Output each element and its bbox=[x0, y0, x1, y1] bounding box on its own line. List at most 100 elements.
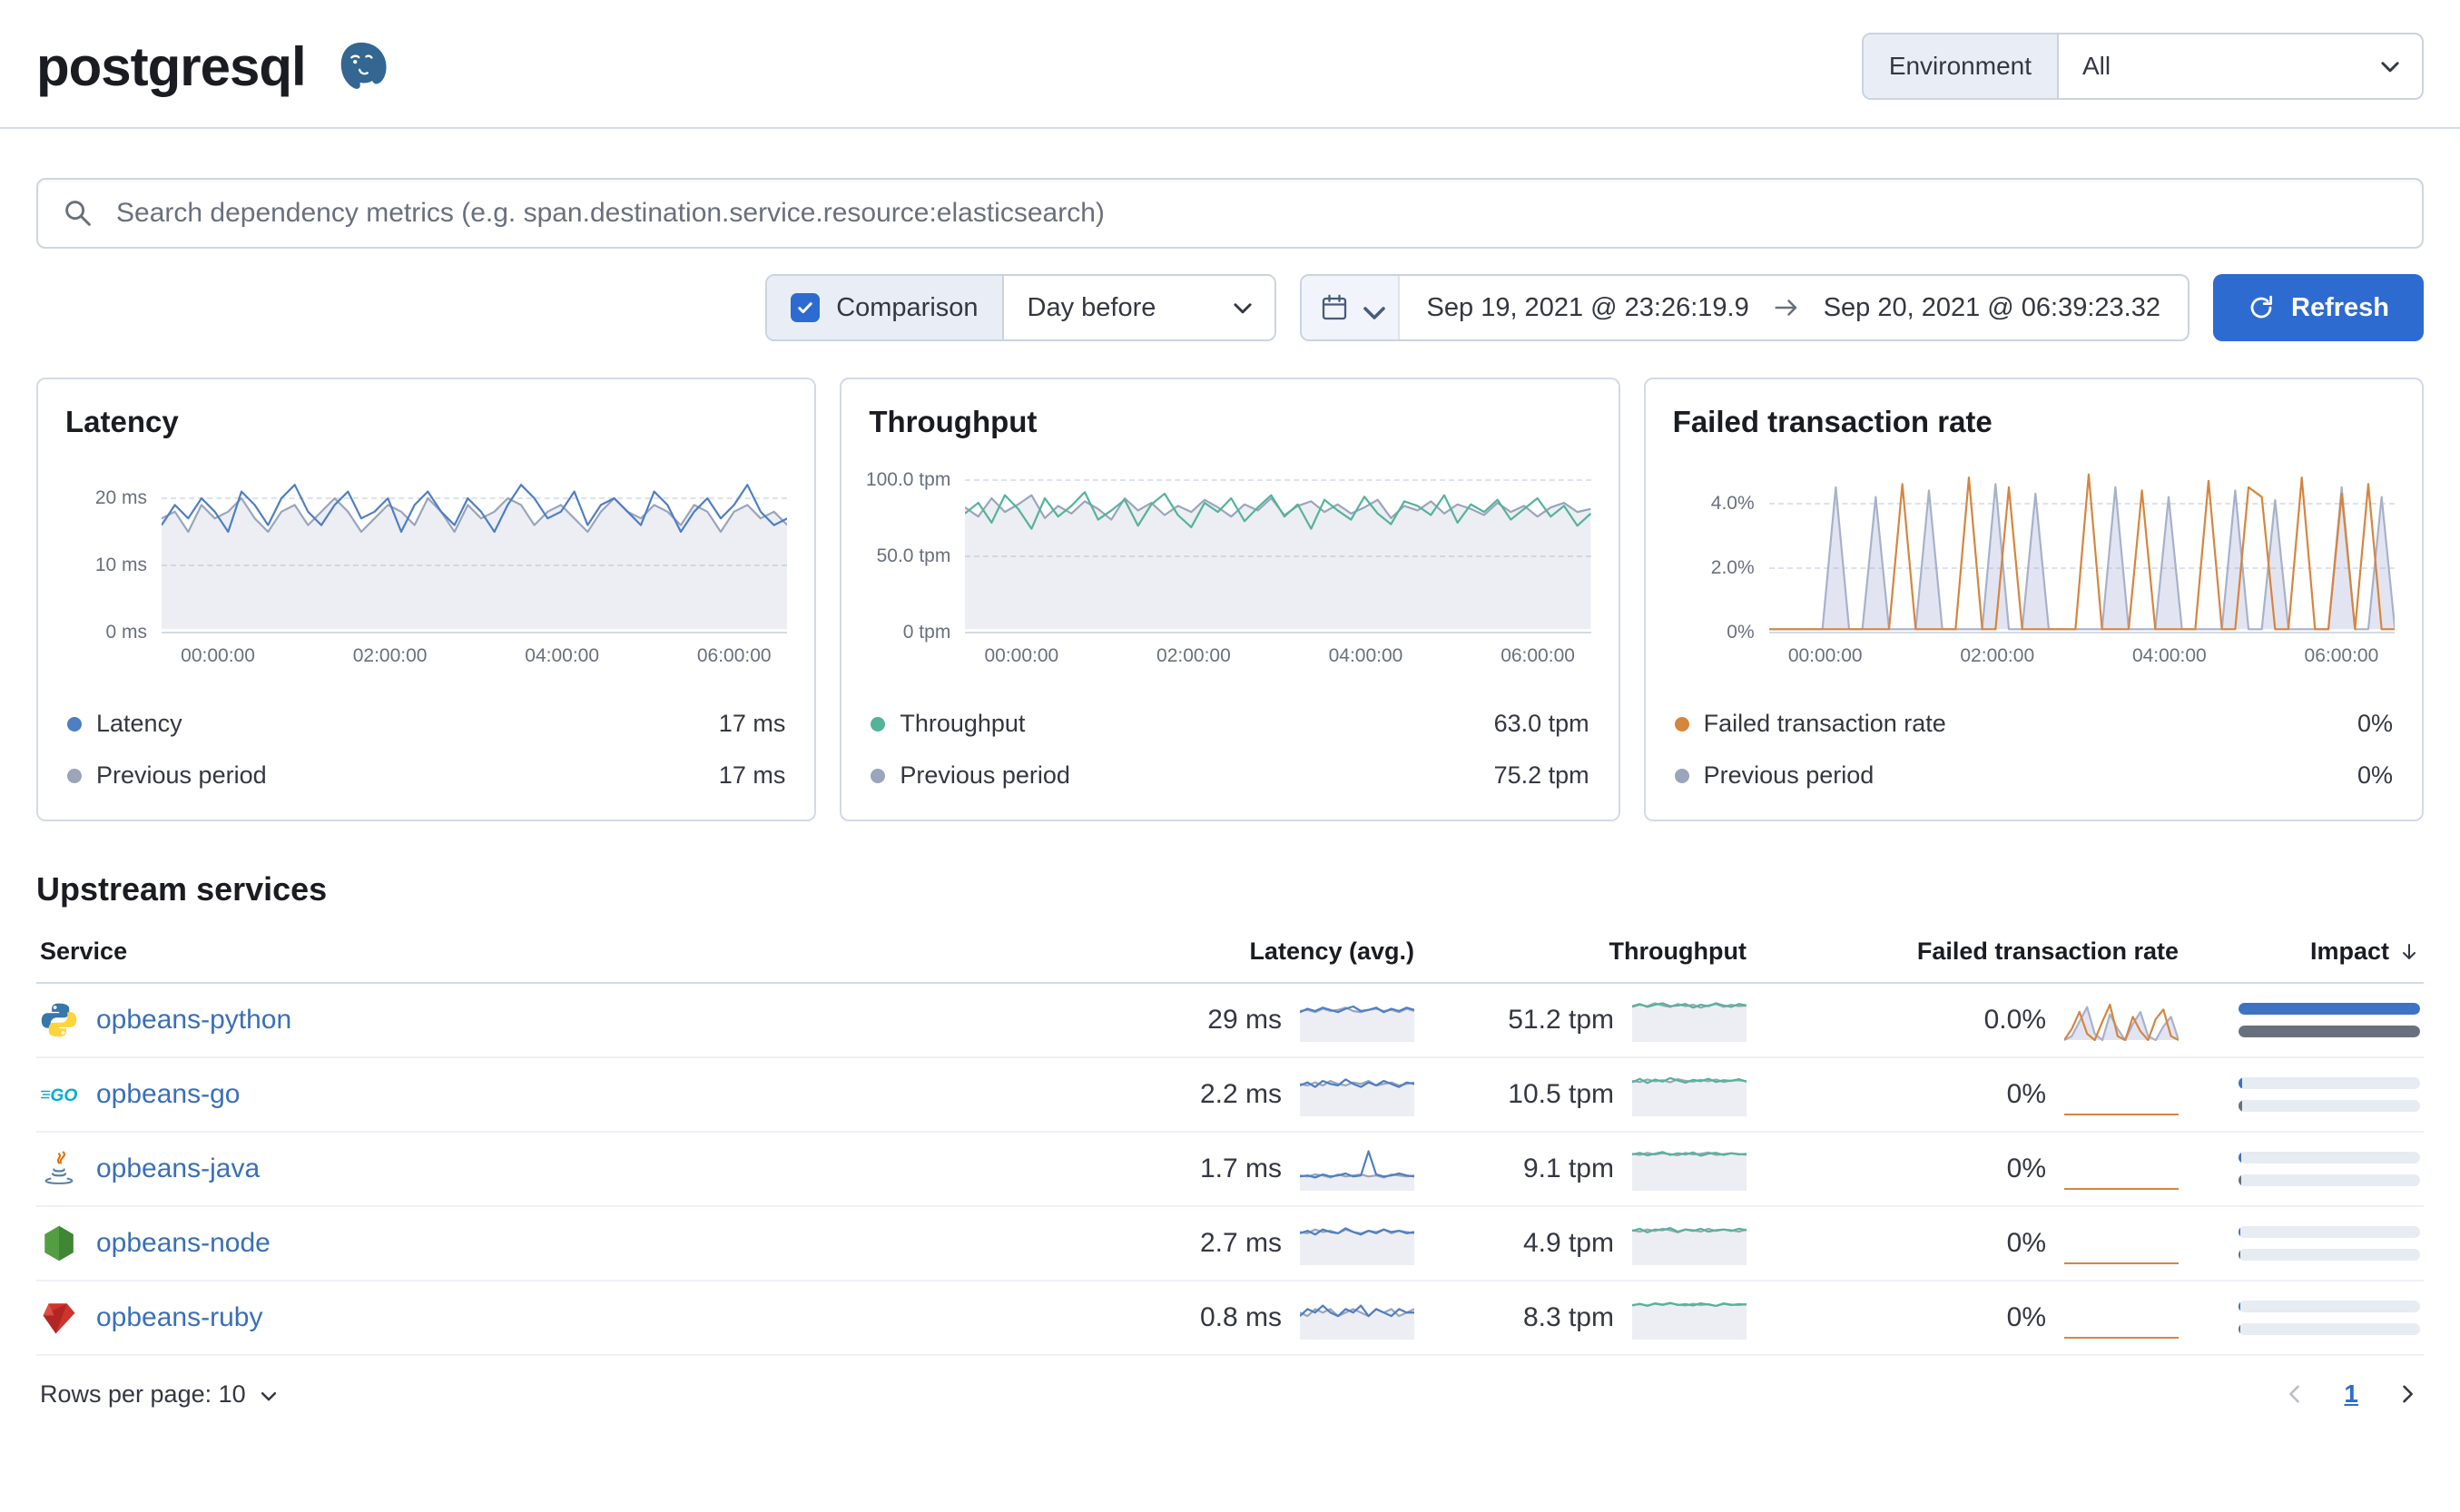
comparison-period-select[interactable]: Day before bbox=[1001, 276, 1274, 339]
chevron-down-icon bbox=[2378, 54, 2402, 78]
chart-legend: Latency 17 ms Previous period 17 ms bbox=[65, 698, 787, 801]
card-title: Throughput bbox=[869, 405, 1038, 438]
rows-per-page-button[interactable]: Rows per page: 10 bbox=[40, 1380, 279, 1409]
legend-label: Previous period bbox=[96, 761, 267, 789]
impact-previous-track bbox=[2239, 1249, 2420, 1261]
latency-sparkline bbox=[1300, 1072, 1414, 1117]
postgresql-logo-icon bbox=[333, 38, 389, 94]
service-link[interactable]: opbeans-go bbox=[96, 1079, 240, 1110]
impact-current-track bbox=[2239, 1077, 2420, 1089]
throughput-sparkline bbox=[1632, 997, 1747, 1043]
comparison-period-value: Day before bbox=[1027, 292, 1156, 322]
apm-dependency-page: postgresql Environment All Search depend… bbox=[0, 0, 2460, 1427]
failed-rate-chart[interactable]: 4.0% 2.0% 0% 00:00:00 02:00:00 04:00:00 06:00… bbox=[1673, 465, 2395, 674]
failed-rate-sparkline bbox=[2064, 997, 2179, 1043]
metric-cards: Latency 20 ms 10 ms 0 ms 00:00:00 02:00:00 0… bbox=[36, 378, 2424, 821]
calendar-icon bbox=[1322, 294, 1346, 320]
impact-bars bbox=[2211, 1152, 2420, 1186]
environment-filter: Environment All bbox=[1861, 33, 2424, 100]
table-row: GO opbeans-go 2.2 ms 10.5 tpm 0% bbox=[36, 1058, 2424, 1133]
end-date[interactable]: Sep 20, 2021 @ 06:39:23.32 bbox=[1824, 293, 2160, 323]
latency-sparkline bbox=[1300, 1221, 1414, 1266]
legend-item[interactable]: Previous period 17 ms bbox=[65, 750, 787, 801]
column-header-latency[interactable]: Latency (avg.) bbox=[1249, 938, 1414, 966]
legend-value: 0% bbox=[2357, 710, 2393, 737]
table-body: opbeans-python 29 ms 51.2 tpm 0.0% GO op… bbox=[36, 984, 2424, 1356]
previous-page-icon[interactable] bbox=[2282, 1381, 2307, 1407]
latency-value: 1.7 ms bbox=[1199, 1154, 1282, 1183]
environment-select[interactable]: All bbox=[2059, 34, 2422, 98]
service-link[interactable]: opbeans-ruby bbox=[96, 1302, 262, 1333]
throughput-value: 4.9 tpm bbox=[1522, 1228, 1614, 1258]
legend-item[interactable]: Latency 17 ms bbox=[65, 698, 787, 750]
legend-item[interactable]: Previous period 0% bbox=[1673, 750, 2395, 801]
start-date[interactable]: Sep 19, 2021 @ 23:26:19.9 bbox=[1427, 293, 1749, 323]
page-number[interactable]: 1 bbox=[2344, 1379, 2358, 1409]
chevron-down-icon bbox=[1231, 296, 1255, 319]
quick-select-menu[interactable] bbox=[1301, 276, 1400, 339]
impact-current-track bbox=[2239, 1226, 2420, 1238]
service-link[interactable]: opbeans-node bbox=[96, 1228, 271, 1259]
search-bar bbox=[36, 178, 2424, 249]
throughput-sparkline bbox=[1632, 1295, 1747, 1340]
service-link[interactable]: opbeans-python bbox=[96, 1005, 291, 1036]
comparison-toggle[interactable]: Comparison bbox=[767, 276, 1002, 339]
refresh-label: Refresh bbox=[2291, 292, 2389, 322]
column-header-service[interactable]: Service bbox=[40, 938, 127, 966]
sort-desc-icon bbox=[2403, 943, 2416, 959]
chart-plot[interactable] bbox=[162, 465, 788, 633]
failed-rate-value: 0.0% bbox=[1983, 1005, 2046, 1035]
legend-item[interactable]: Previous period 75.2 tpm bbox=[869, 750, 1590, 801]
legend-value: 63.0 tpm bbox=[1493, 710, 1589, 737]
chart-plot[interactable] bbox=[965, 465, 1591, 633]
impact-current-track bbox=[2239, 1152, 2420, 1163]
legend-dot bbox=[871, 716, 886, 731]
failed-rate-sparkline bbox=[2064, 1072, 2179, 1117]
column-header-impact[interactable]: Impact bbox=[2310, 938, 2420, 966]
card-title: Latency bbox=[65, 405, 179, 438]
y-axis: 20 ms 10 ms 0 ms bbox=[94, 487, 147, 643]
throughput-chart[interactable]: 100.0 tpm 50.0 tpm 0 tpm 00:00:00 02:00:00 0… bbox=[866, 465, 1591, 674]
next-page-icon[interactable] bbox=[2395, 1381, 2420, 1407]
legend-dot bbox=[67, 716, 82, 731]
service-link[interactable]: opbeans-java bbox=[96, 1154, 260, 1184]
card-title: Failed transaction rate bbox=[1672, 405, 1993, 438]
legend-label: Previous period bbox=[1703, 761, 1875, 789]
legend-dot bbox=[1674, 716, 1689, 731]
legend-dot bbox=[1674, 768, 1689, 783]
upstream-services-table: Service Latency (avg.) Throughput Failed… bbox=[36, 921, 2424, 1356]
chart-legend: Failed transaction rate 0% Previous peri… bbox=[1673, 698, 2395, 801]
column-header-throughput[interactable]: Throughput bbox=[1609, 938, 1747, 966]
impact-previous-track bbox=[2239, 1100, 2420, 1112]
latency-chart[interactable]: 20 ms 10 ms 0 ms 00:00:00 02:00:00 04:00:00 0… bbox=[65, 465, 788, 674]
impact-current-track bbox=[2239, 1301, 2420, 1312]
legend-label: Throughput bbox=[900, 710, 1026, 737]
legend-item[interactable]: Throughput 63.0 tpm bbox=[869, 698, 1590, 750]
throughput-value: 10.5 tpm bbox=[1508, 1079, 1614, 1109]
chart-legend: Throughput 63.0 tpm Previous period 75.2… bbox=[869, 698, 1590, 801]
environment-value: All bbox=[2082, 52, 2111, 80]
comparison-checkbox[interactable] bbox=[791, 293, 821, 322]
failed-rate-sparkline bbox=[2064, 1221, 2179, 1266]
service-icon: GO bbox=[40, 1075, 78, 1114]
refresh-button[interactable]: Refresh bbox=[2213, 274, 2424, 341]
svg-text:GO: GO bbox=[50, 1086, 77, 1105]
table-row: opbeans-node 2.7 ms 4.9 tpm 0% bbox=[36, 1207, 2424, 1281]
date-range-picker: Sep 19, 2021 @ 23:26:19.9 Sep 20, 2021 @… bbox=[1299, 274, 2189, 341]
throughput-sparkline bbox=[1632, 1072, 1747, 1117]
column-header-failed-rate[interactable]: Failed transaction rate bbox=[1917, 938, 2179, 966]
table-row: opbeans-python 29 ms 51.2 tpm 0.0% bbox=[36, 984, 2424, 1058]
failed-rate-sparkline bbox=[2064, 1146, 2179, 1192]
chart-plot[interactable] bbox=[1768, 465, 2395, 633]
search-input[interactable] bbox=[114, 197, 2398, 230]
impact-previous-track bbox=[2239, 1174, 2420, 1186]
latency-value: 29 ms bbox=[1207, 1005, 1282, 1035]
upstream-services-title: Upstream services bbox=[36, 870, 328, 908]
x-axis: 00:00:00 02:00:00 04:00:00 06:00:00 bbox=[1787, 645, 2379, 666]
impact-bars bbox=[2211, 1003, 2420, 1037]
header-divider bbox=[0, 127, 2460, 129]
latency-value: 2.2 ms bbox=[1199, 1079, 1282, 1109]
failed-rate-value: 0% bbox=[2006, 1228, 2046, 1258]
legend-value: 75.2 tpm bbox=[1493, 761, 1589, 789]
legend-item[interactable]: Failed transaction rate 0% bbox=[1673, 698, 2395, 750]
